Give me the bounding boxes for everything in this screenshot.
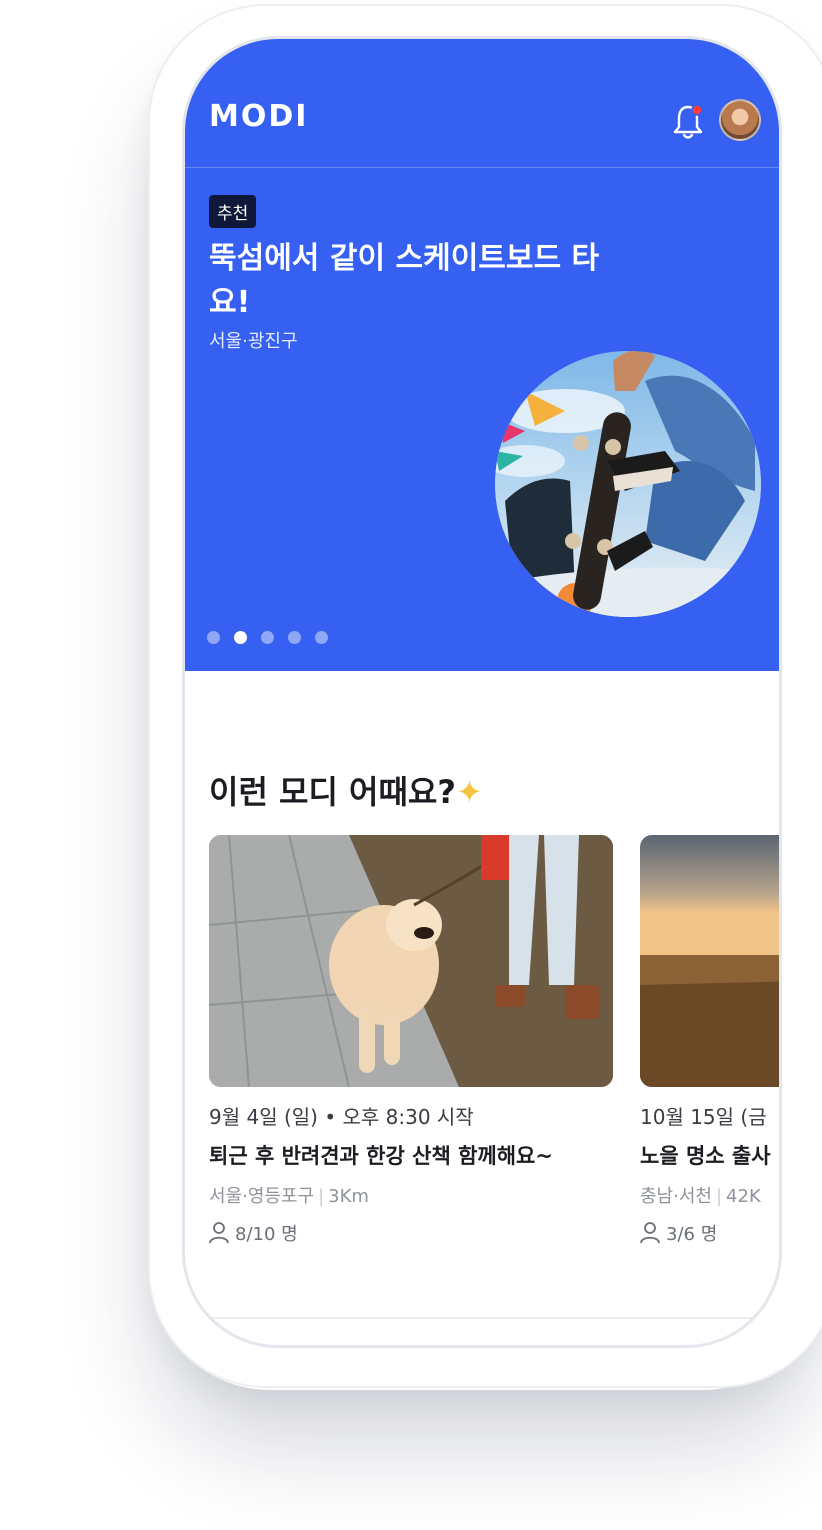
participant-count: 8/10 명 (235, 1224, 298, 1245)
carousel-dot[interactable] (288, 631, 301, 644)
bottom-divider (185, 1317, 779, 1319)
hero-banner[interactable]: MODI 추천 뚝섬에서 같이 스케이트보드 타요! 서울·광진구 (185, 39, 779, 671)
meetup-card[interactable]: 9월 4일 (일) • 오후 8:30 시작 퇴근 후 반려견과 한강 산책 함… (209, 835, 613, 1246)
carousel-dot[interactable] (315, 631, 328, 644)
sunset-field-illustration (640, 835, 779, 1087)
app-screen: MODI 추천 뚝섬에서 같이 스케이트보드 타요! 서울·광진구 이런 모디 … (182, 36, 782, 1348)
top-bar: MODI (185, 39, 779, 168)
card-date: 10월 15일 (금 (640, 1105, 767, 1129)
carousel-indicator[interactable] (207, 631, 328, 644)
card-participants: 8/10 명 (209, 1220, 613, 1246)
recommend-badge: 추천 (209, 195, 257, 228)
dog-walk-photo[interactable] (209, 835, 613, 1087)
card-carousel[interactable]: 9월 4일 (일) • 오후 8:30 시작 퇴근 후 반려견과 한강 산책 함… (209, 835, 779, 1255)
card-distance: 3Km (328, 1186, 369, 1207)
separator: | (715, 1186, 723, 1207)
skateboard-illustration (495, 351, 761, 617)
separator: | (318, 1186, 325, 1207)
card-location-text: 서울·영등포구 (209, 1186, 315, 1207)
skateboard-photo[interactable] (495, 351, 761, 617)
avatar[interactable] (719, 99, 761, 141)
dog-walk-illustration (209, 835, 613, 1087)
card-title[interactable]: 노을 명소 출사 (640, 1140, 779, 1170)
carousel-dot[interactable] (261, 631, 274, 644)
section-title-text: 이런 모디 어때요? (209, 773, 456, 811)
star-icon: ✦ (455, 773, 483, 811)
meetup-card[interactable]: 10월 15일 (금 노을 명소 출사 충남·서천 | 42K 3/6 명 (640, 835, 779, 1246)
sunset-field-photo[interactable] (640, 835, 779, 1087)
app-logo[interactable]: MODI (209, 99, 308, 134)
card-location: 서울·영등포구 | 3Km (209, 1182, 613, 1208)
hero-location: 서울·광진구 (209, 331, 298, 352)
person-icon (209, 1222, 229, 1244)
person-icon (640, 1222, 660, 1244)
card-participants: 3/6 명 (640, 1220, 779, 1246)
carousel-dot[interactable] (207, 631, 220, 644)
section-title: 이런 모디 어때요?✦ (209, 767, 483, 813)
notification-dot (691, 104, 703, 116)
card-location: 충남·서천 | 42K (640, 1182, 779, 1208)
card-location-text: 충남·서천 (640, 1186, 712, 1207)
card-distance: 42K (726, 1186, 761, 1207)
bell-icon[interactable] (671, 103, 705, 141)
carousel-dot-active[interactable] (234, 631, 247, 644)
card-title[interactable]: 퇴근 후 반려견과 한강 산책 함께해요~ (209, 1140, 613, 1170)
participant-count: 3/6 명 (666, 1224, 718, 1245)
hero-title[interactable]: 뚝섬에서 같이 스케이트보드 타요! (209, 237, 629, 325)
card-date: 9월 4일 (일) • 오후 8:30 시작 (209, 1105, 474, 1129)
